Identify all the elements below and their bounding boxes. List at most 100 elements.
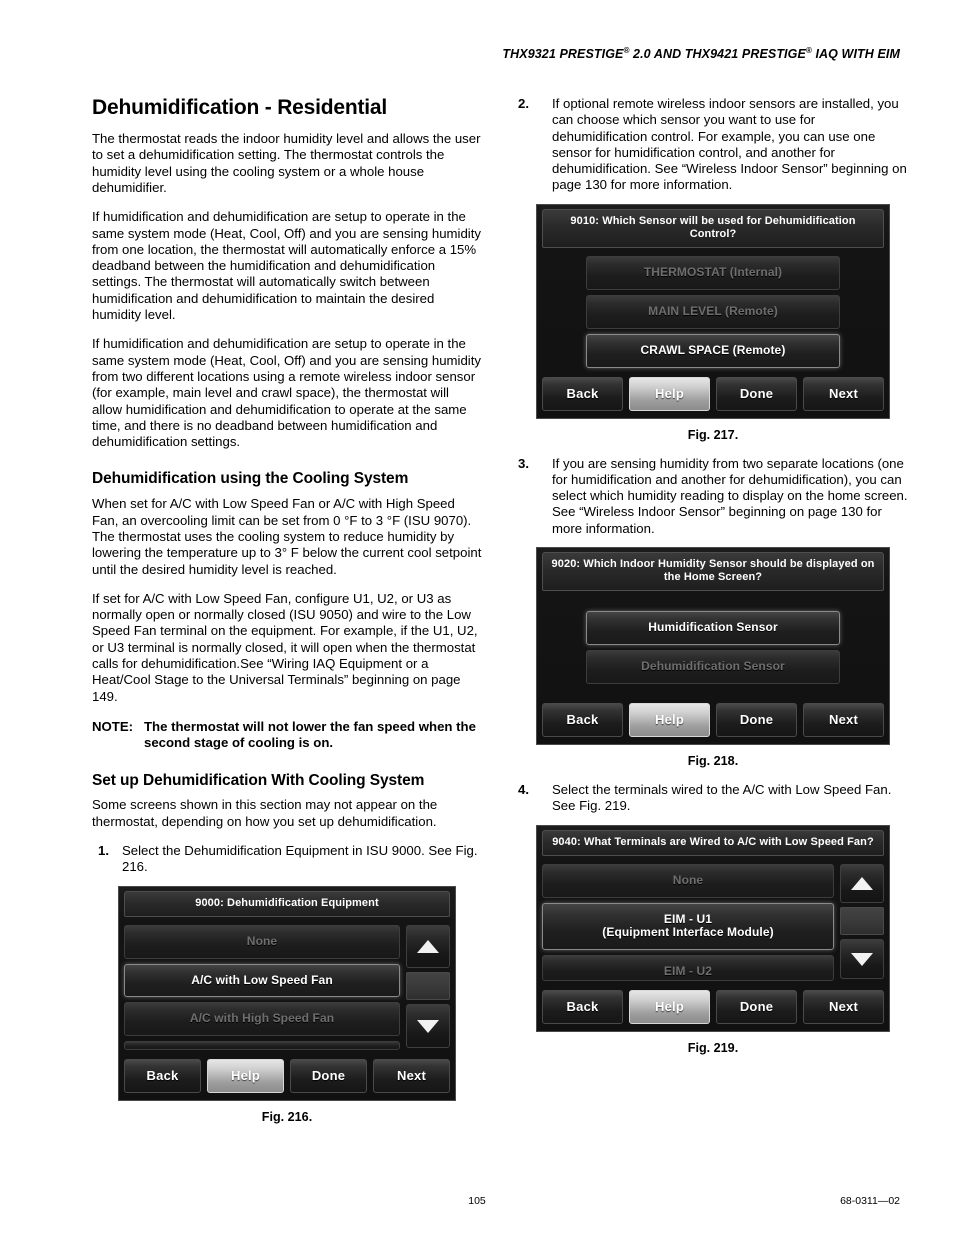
subsection-title-cooling-system: Dehumidification using the Cooling Syste… (92, 470, 409, 488)
done-button[interactable]: Done (716, 703, 797, 737)
triangle-down-icon (851, 952, 873, 966)
option-partial-row[interactable] (124, 1041, 400, 1051)
figure-caption-218: Fig. 218. (687, 754, 739, 768)
option-main-level-remote[interactable]: MAIN LEVEL (Remote) (586, 294, 840, 329)
option-list-9020: Humidification Sensor Dehumidification S… (542, 611, 884, 684)
option-list-9040: None EIM - U1 (Equipment Interface Modul… (542, 863, 834, 982)
back-button[interactable]: Back (124, 1059, 201, 1094)
option-thermostat-internal[interactable]: THERMOSTAT (Internal) (586, 256, 840, 290)
scrollbar-9040[interactable] (840, 863, 884, 981)
option-list-9010: THERMOSTAT (Internal) MAIN LEVEL (Remote… (542, 256, 884, 368)
figure-caption-219: Fig. 219. (687, 1041, 739, 1056)
page-title: Dehumidification - Residential (92, 96, 388, 119)
done-button[interactable]: Done (716, 376, 797, 411)
screen-title-9000: 9000: Dehumidification Equipment (124, 890, 450, 917)
step-1: 1. Select the Dehumidification Equipment… (92, 843, 482, 876)
option-crawl-space-remote[interactable]: CRAWL SPACE (Remote) (586, 333, 840, 368)
triangle-down-icon (417, 1019, 439, 1033)
back-button[interactable]: Back (542, 376, 623, 411)
option-eim-u1[interactable]: EIM - U1 (Equipment Interface Module) (542, 902, 834, 951)
header-model-mid: 2.0 AND THX9421 PRESTIGE (629, 47, 806, 62)
action-bar-9010: Back Help Done Next (542, 376, 884, 411)
option-ac-high-speed-fan[interactable]: A/C with High Speed Fan (124, 1002, 400, 1037)
footer-document-number: 68-0311—02 (840, 1195, 900, 1207)
note-block: NOTE: The thermostat will not lower the … (92, 719, 482, 752)
page-running-header: THX9321 PRESTIGE® 2.0 AND THX9421 PRESTI… (502, 46, 900, 61)
step-3: 3. If you are sensing humidity from two … (518, 456, 908, 537)
option-eim-u2-line1: EIM - U2 (663, 964, 713, 979)
paragraph-two-locations: If humidification and dehumidification a… (92, 336, 481, 450)
step-2-text: If optional remote wireless indoor senso… (552, 96, 907, 193)
note-text: The thermostat will not lower the fan sp… (144, 718, 476, 751)
option-eim-u1-line1: EIM - U1 (663, 911, 713, 926)
screen-body-9000: None A/C with Low Speed Fan A/C with Hig… (124, 923, 450, 1054)
step-4-text: Select the terminals wired to the A/C wi… (552, 782, 892, 814)
help-button[interactable]: Help (629, 376, 710, 411)
action-bar-9020: Back Help Done Next (542, 703, 884, 737)
triangle-up-icon (851, 877, 873, 891)
action-bar-9000: Back Help Done Next (124, 1059, 450, 1094)
option-eim-u2[interactable]: EIM - U2 (Equipment Interface Module) (542, 955, 834, 982)
step-4-number: 4. (518, 782, 529, 797)
step-2: 2. If optional remote wireless indoor se… (518, 96, 908, 194)
paragraph-intro: The thermostat reads the indoor humidity… (92, 131, 481, 195)
scrollbar-thumb[interactable] (406, 972, 450, 1001)
step-3-number: 3. (518, 455, 529, 471)
scrollbar-thumb[interactable] (840, 907, 884, 936)
scroll-up-button[interactable] (406, 924, 450, 969)
option-list-9000: None A/C with Low Speed Fan A/C with Hig… (124, 924, 400, 1051)
scrollbar-9000[interactable] (406, 924, 450, 1050)
subsection-title-setup: Set up Dehumidification With Cooling Sys… (92, 771, 425, 789)
figure-caption-217: Fig. 217. (687, 427, 739, 442)
scroll-up-button[interactable] (840, 863, 884, 904)
step-1-text: Select the Dehumidification Equipment in… (122, 843, 478, 875)
option-eim-u1-line2: (Equipment Interface Module) (602, 925, 774, 940)
done-button[interactable]: Done (290, 1059, 367, 1094)
paragraph-deadband: If humidification and dehumidification a… (92, 209, 481, 323)
scroll-down-button[interactable] (406, 1004, 450, 1049)
thermostat-screen-fig217: 9010: Which Sensor will be used for Dehu… (536, 203, 890, 419)
screen-title-9040: 9040: What Terminals are Wired to A/C wi… (542, 829, 884, 856)
paragraph-universal-terminals: If set for A/C with Low Speed Fan, confi… (92, 590, 478, 704)
back-button[interactable]: Back (542, 703, 623, 737)
screen-body-9040: None EIM - U1 (Equipment Interface Modul… (542, 862, 884, 985)
action-bar-9040: Back Help Done Next (542, 990, 884, 1025)
option-none[interactable]: None (542, 863, 834, 898)
next-button[interactable]: Next (803, 376, 884, 411)
back-button[interactable]: Back (542, 990, 623, 1025)
left-column: Dehumidification - Residential The therm… (92, 96, 482, 1124)
screen-title-9010: 9010: Which Sensor will be used for Dehu… (542, 208, 884, 249)
option-eim-u2-line2: (Equipment Interface Module) (547, 978, 829, 980)
header-model-end: IAQ WITH EIM (811, 47, 900, 62)
option-humidification-sensor[interactable]: Humidification Sensor (586, 611, 840, 646)
paragraph-some-screens: Some screens shown in this section may n… (92, 797, 438, 829)
step-2-number: 2. (518, 96, 529, 111)
figure-caption-216: Fig. 216. (261, 1110, 313, 1125)
option-none[interactable]: None (124, 924, 400, 959)
option-dehumidification-sensor[interactable]: Dehumidification Sensor (586, 650, 840, 684)
next-button[interactable]: Next (803, 703, 884, 737)
thermostat-screen-fig216: 9000: Dehumidification Equipment None A/… (118, 885, 456, 1102)
header-model-1: THX9321 PRESTIGE (502, 47, 624, 62)
scroll-down-button[interactable] (840, 939, 884, 980)
next-button[interactable]: Next (803, 990, 884, 1025)
screen-body-9010: THERMOSTAT (Internal) MAIN LEVEL (Remote… (542, 254, 884, 371)
step-4: 4. Select the terminals wired to the A/C… (518, 782, 908, 815)
screen-body-9020: Humidification Sensor Dehumidification S… (542, 597, 884, 698)
option-ac-low-speed-fan[interactable]: A/C with Low Speed Fan (124, 963, 400, 998)
help-button[interactable]: Help (629, 703, 710, 737)
triangle-up-icon (417, 940, 439, 954)
screen-title-9020: 9020: Which Indoor Humidity Sensor shoul… (542, 552, 884, 592)
next-button[interactable]: Next (373, 1059, 450, 1094)
help-button[interactable]: Help (629, 990, 710, 1025)
footer-page-number: 105 (468, 1195, 486, 1207)
thermostat-screen-fig218: 9020: Which Indoor Humidity Sensor shoul… (536, 547, 890, 745)
thermostat-screen-fig219: 9040: What Terminals are Wired to A/C wi… (536, 824, 890, 1033)
step-3-text: If you are sensing humidity from two sep… (552, 455, 908, 536)
paragraph-overcooling: When set for A/C with Low Speed Fan or A… (92, 496, 482, 577)
step-1-number: 1. (98, 843, 109, 858)
done-button[interactable]: Done (716, 990, 797, 1025)
help-button[interactable]: Help (207, 1059, 284, 1094)
note-label: NOTE: (92, 718, 134, 734)
right-column: 2. If optional remote wireless indoor se… (518, 96, 908, 1055)
